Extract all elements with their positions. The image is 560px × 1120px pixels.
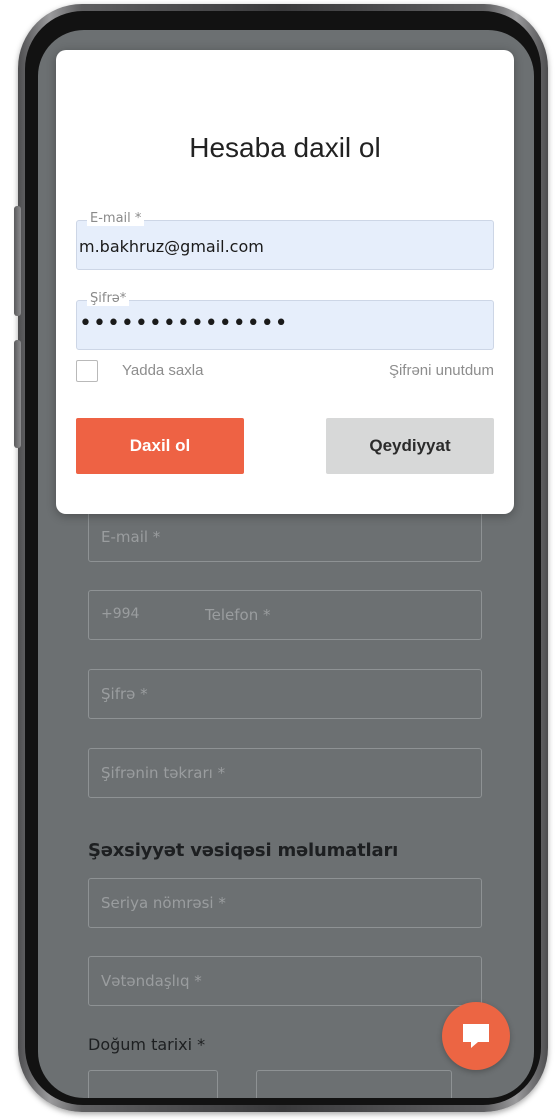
register-password-repeat-field[interactable]: Şifrənin təkrarı *: [88, 748, 482, 798]
remember-me-checkbox[interactable]: [76, 360, 98, 382]
chat-button[interactable]: [442, 1002, 510, 1070]
birthdate-label: Doğum tarixi *: [88, 1035, 206, 1054]
remember-me-label: Yadda saxla: [122, 362, 204, 379]
email-label: E-mail *: [87, 212, 145, 226]
password-field[interactable]: Şifrə* •••••••••••••••: [76, 292, 494, 350]
citizenship-field[interactable]: Vətəndaşlıq *: [88, 956, 482, 1006]
birthdate-month-select[interactable]: [256, 1070, 452, 1098]
login-modal: Hesaba daxil ol E-mail * m.bakhruz@gmail…: [56, 50, 514, 514]
phone-screen: E-mail * +994 Telefon * Şifrə * Şifrənin…: [38, 30, 534, 1098]
password-value: •••••••••••••••: [79, 311, 289, 336]
email-value: m.bakhruz@gmail.com: [79, 237, 264, 256]
register-password-placeholder: Şifrə *: [101, 685, 148, 703]
serial-number-placeholder: Seriya nömrəsi *: [101, 894, 226, 912]
citizenship-placeholder: Vətəndaşlıq *: [101, 972, 202, 990]
chat-icon: [463, 1024, 489, 1048]
register-phone-field[interactable]: +994 Telefon *: [88, 590, 482, 640]
birthdate-day-select[interactable]: [88, 1070, 218, 1098]
register-button[interactable]: Qeydiyyat: [326, 418, 494, 474]
phone-volume-down-button: [14, 340, 21, 448]
email-field[interactable]: E-mail * m.bakhruz@gmail.com: [76, 212, 494, 270]
register-password-field[interactable]: Şifrə *: [88, 669, 482, 719]
modal-title: Hesaba daxil ol: [189, 132, 381, 163]
register-password-repeat-placeholder: Şifrənin təkrarı *: [101, 764, 226, 782]
phone-prefix: +994: [101, 606, 140, 622]
login-button[interactable]: Daxil ol: [76, 418, 244, 474]
id-section-heading: Şəxsiyyət vəsiqəsi məlumatları: [88, 840, 399, 861]
register-email-placeholder: E-mail *: [101, 528, 161, 546]
serial-number-field[interactable]: Seriya nömrəsi *: [88, 878, 482, 928]
register-phone-placeholder: Telefon *: [205, 606, 271, 624]
register-email-field[interactable]: E-mail *: [88, 512, 482, 562]
password-label: Şifrə*: [87, 292, 130, 306]
phone-volume-up-button: [14, 206, 21, 316]
forgot-password-link[interactable]: Şifrəni unutdum: [389, 362, 494, 379]
